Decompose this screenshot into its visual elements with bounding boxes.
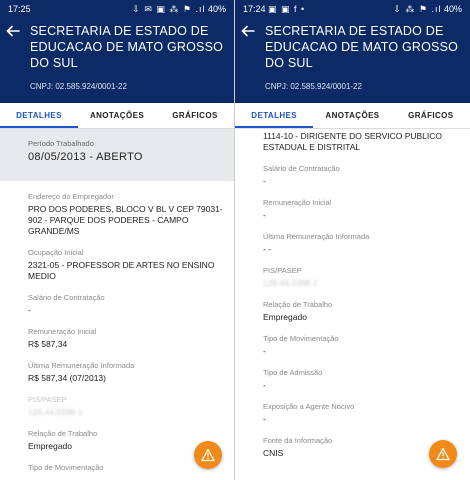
status-bar: 17:24 ▣ ▣ f • ⇩ ⁂ ⚑ .ıl 40%: [235, 0, 470, 18]
field-value: -: [263, 380, 266, 390]
field-label: Remuneração Inicial: [28, 327, 97, 336]
field-admissao: Tipo de Admissão -: [263, 368, 462, 391]
field-label: PIS/PASEP: [28, 395, 67, 404]
cnpj-text: CNPJ: 02.585.924/0001-22: [30, 82, 127, 91]
notification-icons: ▣ ▣ f •: [268, 4, 306, 14]
field-value-redacted: 128.44.0398-1: [28, 407, 83, 417]
details-list: Endereço do Empregador PRO DOS PODERES, …: [0, 192, 234, 473]
tab-graficos[interactable]: GRÁFICOS: [156, 103, 234, 128]
field-remuneracao-inicial: Remuneração Inicial -: [263, 198, 462, 221]
field-value: R$ 587,34: [28, 339, 68, 349]
field-value: PRO DOS PODERES, BLOCO V BL V CEP 79031-…: [28, 204, 223, 236]
field-label: Tipo de Movimentação: [263, 334, 339, 343]
field-remuneracao-inicial: Remuneração Inicial R$ 587,34: [28, 327, 226, 350]
field-exposicao: Exposição a Agente Nocivo -: [263, 402, 462, 425]
field-value: R$ 587,34 (07/2013): [28, 373, 106, 383]
field-value: -: [263, 210, 266, 220]
tab-graficos[interactable]: GRÁFICOS: [392, 103, 470, 128]
field-label: Salário de Contratação: [28, 293, 105, 302]
left-screen: 17:25 ⇩ ✉ ▣ ⁂ ⚑ .ıl 40% SECRETARIA DE ES…: [0, 0, 234, 480]
status-bar: 17:25 ⇩ ✉ ▣ ⁂ ⚑ .ıl 40%: [0, 0, 234, 18]
field-value: - -: [263, 244, 272, 254]
app-bar: 17:25 ⇩ ✉ ▣ ⁂ ⚑ .ıl 40% SECRETARIA DE ES…: [0, 0, 234, 103]
tab-bar: DETALHES ANOTAÇÕES GRÁFICOS: [0, 103, 234, 129]
battery-level: 40%: [443, 4, 462, 14]
field-label: Tipo de Admissão: [263, 368, 323, 377]
field-label: Ocupação Inicial: [28, 248, 84, 257]
field-salario: Salário de Contratação -: [263, 164, 462, 187]
field-label: Endereço do Empregador: [28, 192, 114, 201]
back-arrow-icon[interactable]: [241, 24, 255, 38]
period-value: 08/05/2013 - ABERTO: [28, 151, 143, 163]
app-bar: 17:24 ▣ ▣ f • ⇩ ⁂ ⚑ .ıl 40% SECRETARIA D…: [235, 0, 470, 103]
status-icons: ⇩ ⁂ ⚑ .ıl: [393, 4, 442, 14]
warning-icon: [201, 448, 215, 462]
field-ocupacao: 1114-10 - DIRIGENTE DO SERVICO PUBLICO E…: [263, 131, 462, 153]
back-arrow-icon[interactable]: [6, 24, 20, 38]
employer-title: SECRETARIA DE ESTADO DE EDUCACAO DE MATO…: [30, 24, 224, 70]
field-ultima-remuneracao: Última Remuneração Informada - -: [263, 232, 462, 255]
field-ocupacao: Ocupação Inicial 2321-05 - PROFESSOR DE …: [28, 248, 226, 282]
right-screen: 17:24 ▣ ▣ f • ⇩ ⁂ ⚑ .ıl 40% SECRETARIA D…: [235, 0, 470, 480]
field-value: -: [263, 346, 266, 356]
alert-fab[interactable]: [194, 441, 222, 469]
tab-detalhes[interactable]: DETALHES: [0, 103, 78, 128]
alert-fab[interactable]: [429, 440, 457, 468]
field-label: Salário de Contratação: [263, 164, 340, 173]
warning-icon: [436, 447, 450, 461]
tab-anotacoes[interactable]: ANOTAÇÕES: [313, 103, 391, 128]
tab-bar: DETALHES ANOTAÇÕES GRÁFICOS: [235, 103, 470, 129]
field-label: Remuneração Inicial: [263, 198, 332, 207]
field-value: 1114-10 - DIRIGENTE DO SERVICO PUBLICO E…: [263, 131, 443, 152]
field-label: Última Remuneração Informada: [28, 361, 135, 370]
field-label: Relação de Trabalho: [28, 429, 98, 438]
details-list: 1114-10 - DIRIGENTE DO SERVICO PUBLICO E…: [235, 131, 470, 459]
field-pis: PIS/PASEP 128.44.0398-1: [28, 395, 226, 418]
cnpj-text: CNPJ: 02.585.924/0001-22: [265, 82, 362, 91]
status-time: 17:25: [8, 4, 31, 14]
field-label: Tipo de Movimentação: [28, 463, 104, 472]
field-value: -: [28, 305, 31, 315]
field-label: Exposição a Agente Nocivo: [263, 402, 355, 411]
field-value: -: [263, 176, 266, 186]
field-movimentacao: Tipo de Movimentação -: [263, 334, 462, 357]
battery-level: 40%: [207, 4, 226, 14]
field-value: 2321-05 - PROFESSOR DE ARTES NO ENSINO M…: [28, 260, 215, 281]
field-salario: Salário de Contratação -: [28, 293, 226, 316]
field-relacao: Relação de Trabalho Empregado: [263, 300, 462, 323]
field-ultima-remuneracao: Última Remuneração Informada R$ 587,34 (…: [28, 361, 226, 384]
period-label: Período Trabalhado: [28, 139, 94, 148]
field-value: Empregado: [263, 312, 307, 322]
tab-detalhes[interactable]: DETALHES: [235, 103, 314, 128]
field-movimentacao: Tipo de Movimentação: [28, 463, 226, 473]
status-time: 17:24: [243, 4, 266, 14]
status-icons: ⇩ ✉ ▣ ⁂ ⚑ .ıl: [132, 4, 206, 14]
field-label: Última Remuneração Informada: [263, 232, 370, 241]
field-label: Relação de Trabalho: [263, 300, 333, 309]
field-endereco: Endereço do Empregador PRO DOS PODERES, …: [28, 192, 226, 237]
tab-anotacoes[interactable]: ANOTAÇÕES: [78, 103, 156, 128]
field-pis: PIS/PASEP 128.44.0398-1: [263, 266, 462, 289]
field-label: PIS/PASEP: [263, 266, 302, 275]
employer-title: SECRETARIA DE ESTADO DE EDUCACAO DE MATO…: [265, 24, 459, 70]
period-card: Período Trabalhado 08/05/2013 - ABERTO: [0, 129, 234, 181]
field-value: -: [263, 414, 266, 424]
field-value-redacted: 128.44.0398-1: [263, 278, 318, 288]
